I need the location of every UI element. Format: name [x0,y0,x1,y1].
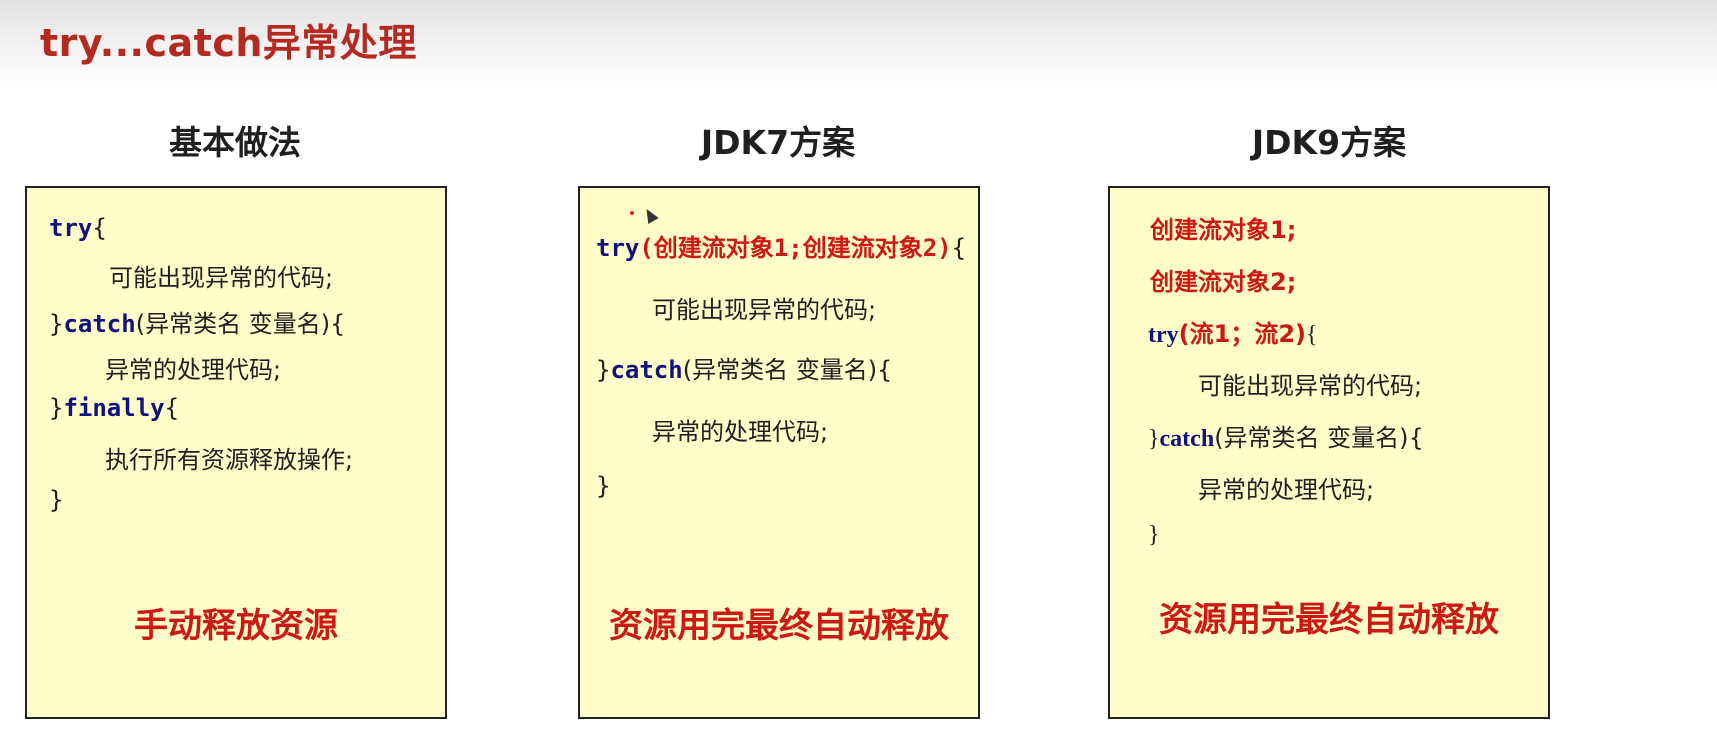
code-line-handler: 异常的处理代码; [1198,476,1375,504]
code-line-finally-body: 执行所有资源释放操作; [105,446,354,474]
code-line-catch: }catch(异常类名 变量名){ [596,356,893,384]
card-jdk9: 创建流对象1; 创建流对象2; try(流1；流2){ 可能出现异常的代码; }… [1108,186,1550,719]
code-line-end: } [1148,522,1160,548]
heading-basic: 基本做法 [169,123,301,162]
mouse-cursor-icon [641,205,659,225]
card-basic: try{ 可能出现异常的代码; }catch(异常类名 变量名){ 异常的处理代… [25,186,447,719]
caption-manual-release: 手动释放资源 [134,606,338,646]
code-line-try: try{ [49,214,107,242]
code-line-handler: 异常的处理代码; [652,418,829,446]
card-jdk7: try(创建流对象1;创建流对象2){ 可能出现异常的代码; }catch(异常… [578,186,980,719]
code-line-end: } [596,472,611,500]
code-line-try: try(创建流对象1;创建流对象2){ [596,234,967,262]
caption-auto-release: 资源用完最终自动释放 [1159,600,1499,640]
code-line-catch: }catch(异常类名 变量名){ [1148,424,1424,452]
code-line-finally: }finally{ [49,394,180,422]
code-line-try: try(流1；流2){ [1148,320,1318,348]
code-line-create1: 创建流对象1; [1150,216,1297,244]
caption-auto-release: 资源用完最终自动释放 [609,606,949,646]
laser-dot [630,211,634,215]
code-line-end: } [49,486,64,514]
code-line-body: 可能出现异常的代码; [109,264,334,292]
code-line-handler: 异常的处理代码; [105,356,282,384]
code-line-body: 可能出现异常的代码; [1198,372,1423,400]
heading-jdk7: JDK7方案 [700,123,856,162]
heading-jdk9: JDK9方案 [1251,123,1407,162]
code-line-create2: 创建流对象2; [1150,268,1297,296]
page-title: try...catch异常处理 [40,21,417,65]
code-line-catch: }catch(异常类名 变量名){ [49,310,346,338]
code-line-body: 可能出现异常的代码; [652,296,877,324]
